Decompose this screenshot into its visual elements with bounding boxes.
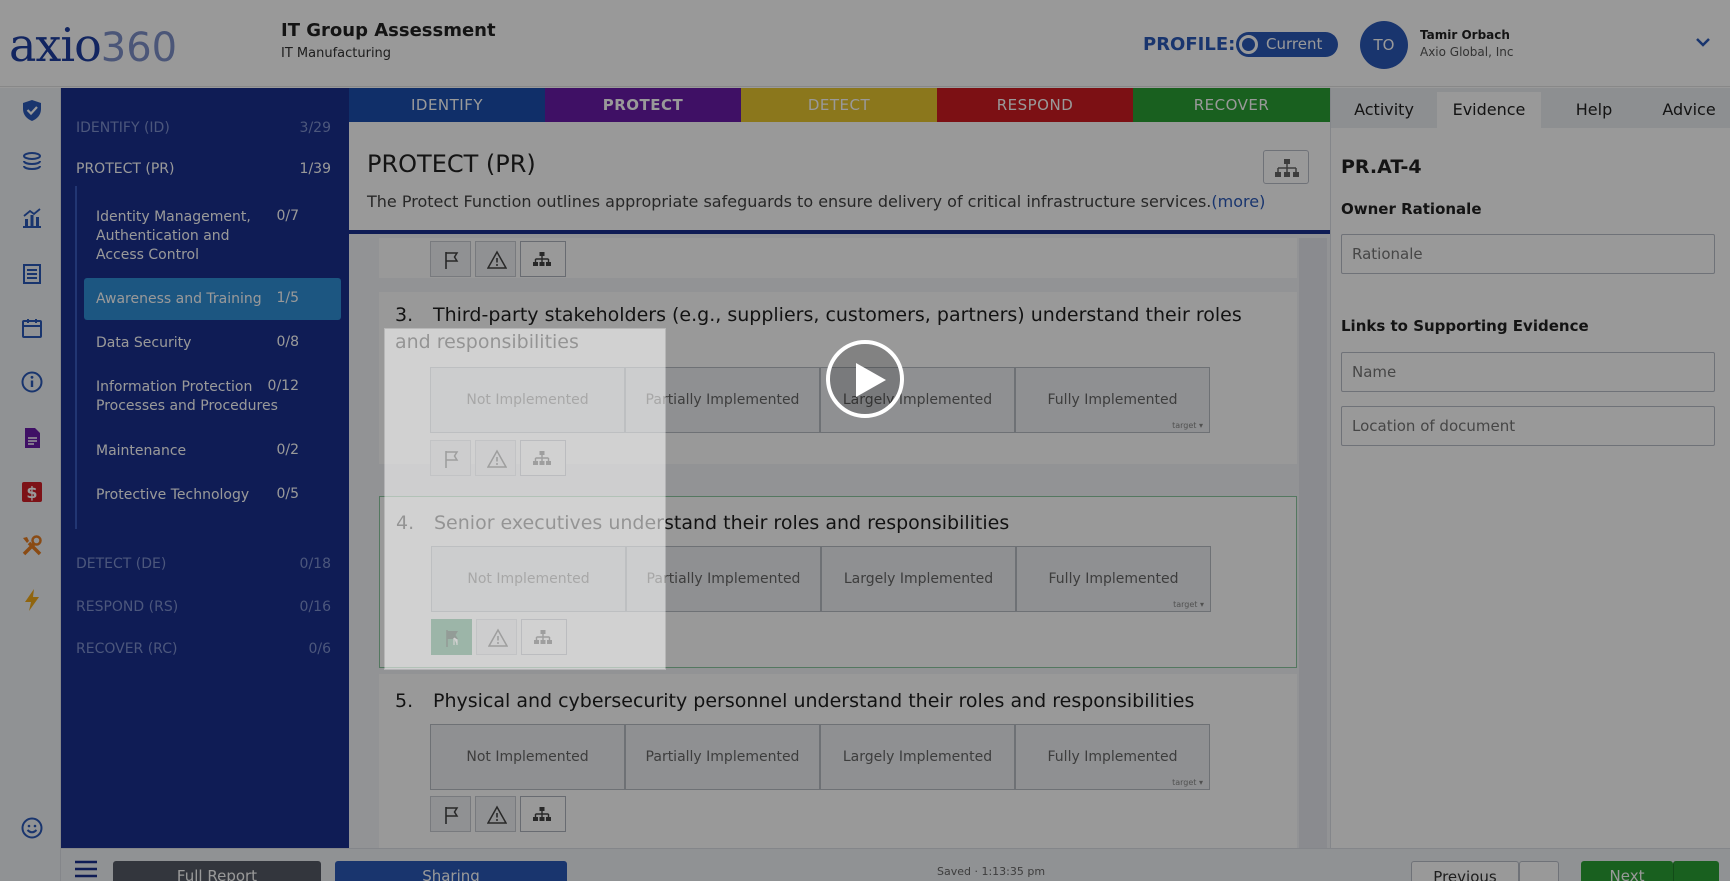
- svg-text:$: $: [26, 483, 37, 502]
- menu-icon[interactable]: [73, 859, 99, 879]
- assessment-subtitle: IT Manufacturing: [281, 46, 392, 61]
- scale-fully-implemented[interactable]: Fully Implemented target ▾: [1015, 367, 1210, 433]
- implementation-scale: Not Implemented Partially Implemented La…: [430, 724, 1211, 790]
- target-dropdown[interactable]: target ▾: [1172, 421, 1203, 430]
- tab-activity[interactable]: Activity: [1339, 92, 1429, 128]
- function-tabs: IDENTIFY PROTECT DETECT RESPOND RECOVER: [349, 88, 1330, 122]
- calendar-icon[interactable]: [20, 316, 44, 340]
- function-description: The Protect Function outlines appropriat…: [367, 192, 1266, 211]
- warning-button[interactable]: [475, 796, 516, 832]
- practice-code: PR.AT-4: [1341, 156, 1422, 178]
- more-link[interactable]: (more): [1211, 192, 1265, 211]
- chevron-down-icon[interactable]: [1695, 32, 1711, 53]
- smiley-icon[interactable]: [20, 816, 44, 840]
- profile-value: Current: [1266, 35, 1323, 53]
- owner-rationale-label: Owner Rationale: [1341, 200, 1482, 218]
- target-dropdown[interactable]: target ▾: [1173, 600, 1204, 609]
- target-dropdown[interactable]: target ▾: [1172, 778, 1203, 787]
- profile-label: PROFILE:: [1143, 34, 1236, 55]
- footer-bar: Full Report Sharing Saved · 1:13:35 pm P…: [61, 848, 1730, 881]
- flag-button[interactable]: [430, 241, 471, 277]
- document-icon[interactable]: [20, 426, 44, 450]
- flag-icon: [445, 807, 459, 824]
- saved-status: Saved · 1:13:35 pm: [937, 865, 1046, 878]
- rationale-input[interactable]: [1341, 234, 1715, 274]
- previous-button[interactable]: Previous: [1411, 861, 1519, 881]
- panel-tabs: Activity Evidence Help Advice: [1331, 88, 1730, 128]
- category-sidebar: IDENTIFY (ID) 3/29 PROTECT (PR) 1/39 Ide…: [61, 88, 349, 848]
- function-header: PROTECT (PR) The Protect Function outlin…: [349, 122, 1330, 234]
- scale-not-implemented[interactable]: Not Implemented: [430, 724, 625, 790]
- tab-detect[interactable]: DETECT: [741, 88, 937, 122]
- toggle-knob-icon: [1239, 35, 1258, 54]
- hierarchy-icon: [1275, 159, 1299, 177]
- warning-button[interactable]: [475, 241, 516, 277]
- hierarchy-button[interactable]: [520, 241, 566, 277]
- previous-dropdown-button[interactable]: [1519, 861, 1559, 881]
- links-evidence-label: Links to Supporting Evidence: [1341, 317, 1589, 335]
- tab-evidence[interactable]: Evidence: [1437, 92, 1541, 128]
- assessment-title: IT Group Assessment: [281, 20, 496, 41]
- list-icon[interactable]: [20, 262, 44, 286]
- scale-partially-implemented[interactable]: Partially Implemented: [625, 724, 820, 790]
- tab-recover[interactable]: RECOVER: [1133, 88, 1330, 122]
- play-button[interactable]: [826, 340, 904, 418]
- scale-fully-implemented[interactable]: Fully Implemented target ▾: [1016, 546, 1211, 612]
- layers-icon[interactable]: [20, 150, 44, 174]
- next-button[interactable]: Next: [1581, 861, 1673, 881]
- hierarchy-button[interactable]: [520, 796, 566, 832]
- flag-button[interactable]: [430, 796, 471, 832]
- evidence-name-input[interactable]: [1341, 352, 1715, 392]
- app-header: axio360 IT Group Assessment IT Manufactu…: [0, 0, 1730, 87]
- hierarchy-icon: [533, 807, 551, 821]
- lightning-icon[interactable]: [20, 588, 44, 612]
- sidebar-tree-line: [75, 186, 77, 529]
- axio360-logo[interactable]: axio360: [9, 18, 177, 72]
- tab-protect[interactable]: PROTECT: [545, 88, 741, 122]
- flag-icon: [445, 252, 459, 269]
- question-previous: [379, 238, 1297, 278]
- icon-rail: $: [0, 88, 61, 881]
- tab-respond[interactable]: RESPOND: [937, 88, 1133, 122]
- profile-toggle[interactable]: Current: [1236, 32, 1338, 57]
- evidence-location-input[interactable]: [1341, 406, 1715, 446]
- scale-fully-implemented[interactable]: Fully Implemented target ▾: [1015, 724, 1210, 790]
- scrollbar[interactable]: [1299, 238, 1327, 848]
- user-name: Tamir Orbach: [1420, 28, 1510, 42]
- tab-identify[interactable]: IDENTIFY: [349, 88, 545, 122]
- hierarchy-icon: [533, 252, 551, 266]
- hierarchy-button[interactable]: [1263, 150, 1309, 184]
- avatar[interactable]: TO: [1360, 21, 1408, 69]
- tab-advice[interactable]: Advice: [1647, 92, 1730, 128]
- user-organization: Axio Global, Inc: [1420, 45, 1514, 59]
- info-icon[interactable]: [20, 370, 44, 394]
- tools-icon[interactable]: [20, 534, 44, 558]
- evidence-panel: Activity Evidence Help Advice PR.AT-4 Ow…: [1330, 88, 1730, 848]
- dollar-icon[interactable]: $: [20, 480, 44, 504]
- chart-icon[interactable]: [20, 206, 44, 230]
- question-text: 5. Physical and cybersecurity personnel u…: [395, 690, 1195, 712]
- scale-largely-implemented[interactable]: Largely Implemented: [820, 724, 1015, 790]
- next-dropdown-button[interactable]: [1673, 861, 1719, 881]
- warning-icon: [487, 250, 507, 269]
- highlight-region: [384, 328, 666, 670]
- warning-icon: [487, 805, 507, 824]
- question-5: 5. Physical and cybersecurity personnel u…: [379, 674, 1297, 848]
- full-report-button[interactable]: Full Report: [113, 861, 321, 881]
- tab-help[interactable]: Help: [1549, 92, 1639, 128]
- scale-largely-implemented[interactable]: Largely Implemented: [821, 546, 1016, 612]
- play-icon: [856, 363, 886, 397]
- shield-check-icon[interactable]: [20, 98, 44, 122]
- sharing-button[interactable]: Sharing: [335, 861, 567, 881]
- page-title: PROTECT (PR): [367, 150, 536, 178]
